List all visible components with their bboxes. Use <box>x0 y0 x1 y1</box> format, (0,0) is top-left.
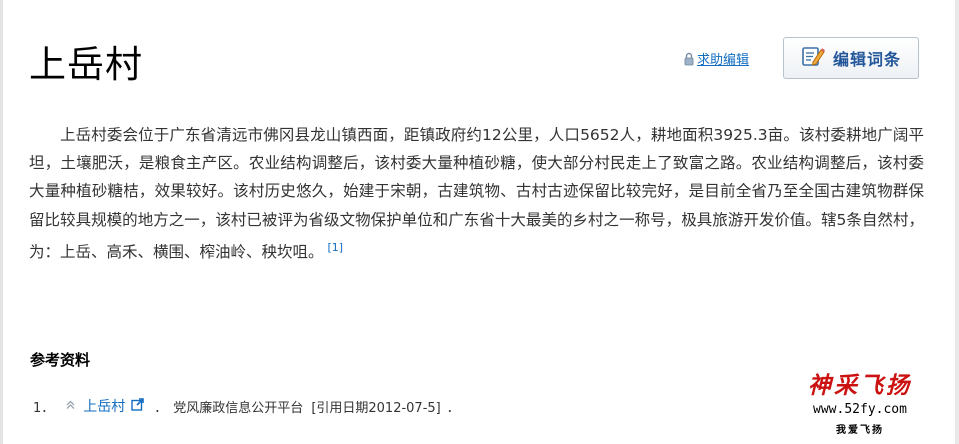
lock-icon <box>684 52 694 66</box>
reference-item: 1． 上岳村 ． 党风廉政信息公开平台 [引用日期2012-07-5] ． <box>33 396 460 416</box>
page: 上岳村 求助编辑 编辑词条 上岳村委会位于广东省清远市佛冈县龙山镇西面，距镇政府… <box>0 0 959 444</box>
references-title: 参考资料 <box>30 351 91 369</box>
external-link-icon[interactable] <box>131 397 145 415</box>
reference-link[interactable]: 上岳村 <box>83 396 125 416</box>
help-edit-label: 求助编辑 <box>697 53 750 68</box>
article-text: 上岳村委会位于广东省清远市佛冈县龙山镇西面，距镇政府约12公里，人口5652人，… <box>29 126 924 261</box>
reference-source: 党风廉政信息公开平台 <box>173 400 304 416</box>
help-edit-link[interactable]: 求助编辑 <box>684 49 749 68</box>
edit-pencil-icon <box>801 44 825 72</box>
edit-entry-label: 编辑词条 <box>832 50 901 69</box>
reference-cite-date: [引用日期2012-07-5] <box>311 400 441 416</box>
citation-link[interactable]: [1] <box>328 241 344 254</box>
edit-entry-button[interactable]: 编辑词条 <box>783 37 919 79</box>
reference-end: ． <box>446 400 460 416</box>
page-title: 上岳村 <box>29 43 143 86</box>
article-paragraph: 上岳村委会位于广东省清远市佛冈县龙山镇西面，距镇政府约12公里，人口5652人，… <box>29 121 924 266</box>
chevron-up-icon[interactable] <box>66 399 75 414</box>
watermark-url: www.52fy.com <box>813 402 907 417</box>
reference-separator: ． <box>154 400 168 416</box>
reference-number: 1． <box>33 400 55 416</box>
watermark-brand: 神采飞扬 <box>808 372 912 399</box>
watermark-subtitle: 我爱飞扬 <box>836 425 884 436</box>
watermark-logo: 神采飞扬 www.52fy.com 我爱飞扬 <box>795 372 925 444</box>
